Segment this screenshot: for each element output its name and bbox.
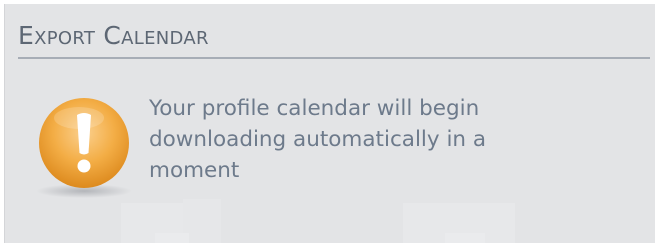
dialog-title: Export Calendar: [18, 21, 209, 50]
export-calendar-dialog: Export Calendar Your profile calendar wi…: [4, 4, 655, 243]
exclamation-warning-icon: [36, 98, 132, 198]
download-message: Your profile calendar will begin downloa…: [149, 96, 487, 183]
title-divider: [18, 57, 650, 59]
background-watermark: [121, 199, 515, 243]
